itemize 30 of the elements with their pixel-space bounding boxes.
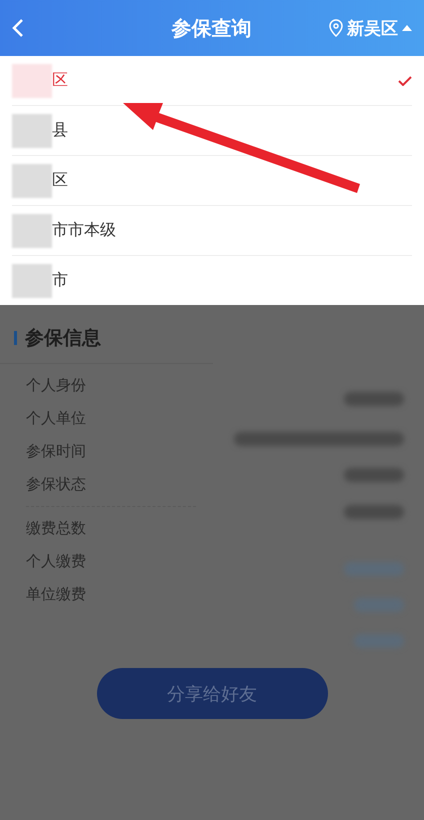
region-name: 市市本级 <box>52 220 117 241</box>
blurred-value <box>344 392 404 406</box>
info-label: 个人缴费 <box>26 552 86 571</box>
region-option[interactable]: 区 <box>12 56 412 106</box>
blurred-text <box>12 164 52 198</box>
info-label: 缴费总数 <box>26 519 86 538</box>
section-title: 参保信息 <box>25 326 101 351</box>
region-option[interactable]: 市市本级 <box>12 206 412 256</box>
blurred-text <box>12 214 52 248</box>
location-pin-icon <box>329 19 343 37</box>
region-name: 县 <box>52 120 69 141</box>
info-label: 参保时间 <box>26 442 86 461</box>
caret-icon <box>402 25 412 31</box>
info-label: 参保状态 <box>26 475 86 494</box>
region-name: 区 <box>52 70 69 91</box>
blurred-text <box>12 64 52 98</box>
back-icon[interactable] <box>12 18 24 38</box>
blurred-value <box>344 505 404 519</box>
page-title: 参保查询 <box>170 14 252 42</box>
region-option[interactable]: 市 <box>12 256 412 305</box>
region-name: 区 <box>52 170 69 191</box>
info-label: 个人单位 <box>26 409 86 428</box>
check-icon <box>398 76 412 86</box>
region-name: 市 <box>52 270 69 291</box>
blurred-value <box>344 468 404 482</box>
info-label: 单位缴费 <box>26 585 86 604</box>
section-marker <box>14 331 17 345</box>
info-label: 个人身份 <box>26 376 86 395</box>
blurred-text <box>12 114 52 148</box>
blurred-text <box>12 264 52 298</box>
